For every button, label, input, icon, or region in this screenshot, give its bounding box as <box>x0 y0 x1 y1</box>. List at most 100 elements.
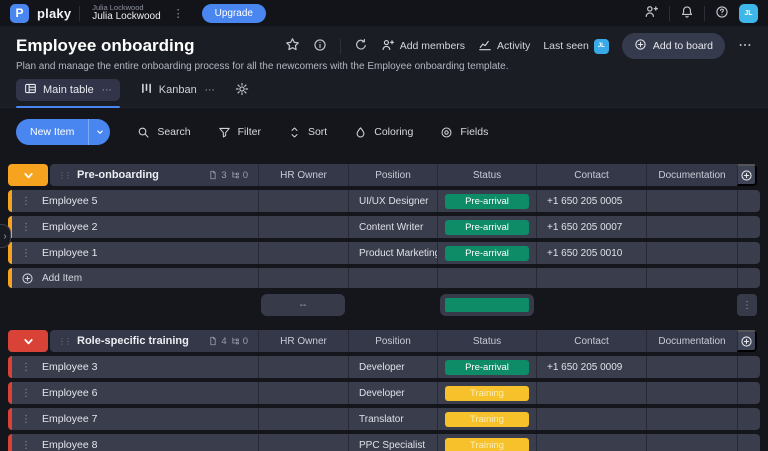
cell-status[interactable]: Pre-arrival <box>437 190 536 212</box>
favorite-button[interactable] <box>285 37 300 55</box>
activity-button[interactable]: Activity <box>478 38 530 55</box>
cell-hr-owner[interactable] <box>258 356 348 378</box>
cell-contact[interactable]: +1 650 205 0010 <box>536 242 646 264</box>
status-badge[interactable]: Pre-arrival <box>445 246 529 261</box>
cell-position[interactable]: Developer <box>348 356 437 378</box>
item-name-cell[interactable]: ⋮Employee 5 <box>12 190 258 212</box>
cell-hr-owner[interactable] <box>258 216 348 238</box>
new-item-dropdown-button[interactable] <box>88 119 110 145</box>
status-badge[interactable]: Pre-arrival <box>445 194 529 209</box>
cell-status[interactable]: Pre-arrival <box>437 242 536 264</box>
row-menu-icon[interactable]: ⋮ <box>21 196 31 207</box>
cell-contact[interactable] <box>536 434 646 451</box>
cell-documentation[interactable] <box>646 408 737 430</box>
cell-position[interactable]: PPC Specialist <box>348 434 437 451</box>
cell-documentation[interactable] <box>646 434 737 451</box>
cell-hr-owner[interactable] <box>258 242 348 264</box>
help-button[interactable] <box>715 5 729 22</box>
tab-kanban[interactable]: Kanban ⋯ <box>132 79 223 101</box>
item-name-cell[interactable]: ⋮Employee 2 <box>12 216 258 238</box>
cell-hr-owner[interactable] <box>258 408 348 430</box>
summary-menu-button[interactable]: ⋮ <box>737 294 757 316</box>
column-header-status[interactable]: Status <box>437 164 536 186</box>
add-column-button[interactable] <box>737 164 757 186</box>
status-badge[interactable]: Training <box>445 412 529 427</box>
column-header-hr-owner[interactable]: HR Owner <box>258 330 348 352</box>
status-badge[interactable]: Pre-arrival <box>445 220 529 235</box>
cell-position[interactable]: Developer <box>348 382 437 404</box>
cell-contact[interactable]: +1 650 205 0005 <box>536 190 646 212</box>
status-badge[interactable]: Pre-arrival <box>445 360 529 375</box>
add-item-row[interactable]: Add Item <box>8 268 760 288</box>
add-to-board-button[interactable]: Add to board <box>622 33 725 59</box>
drag-handle-icon[interactable]: ⋮⋮ <box>58 171 70 180</box>
cell-hr-owner[interactable] <box>258 382 348 404</box>
cell-status[interactable]: Pre-arrival <box>437 216 536 238</box>
status-badge[interactable]: Training <box>445 386 529 401</box>
summary-hr-owner-pill[interactable]: -- <box>261 294 345 316</box>
views-settings-button[interactable] <box>235 82 249 99</box>
new-item-button[interactable]: New Item <box>16 119 88 145</box>
cell-position[interactable]: Translator <box>348 408 437 430</box>
last-seen-indicator[interactable]: Last seen JL <box>543 39 609 54</box>
cell-contact[interactable]: +1 650 205 0009 <box>536 356 646 378</box>
board-info-button[interactable] <box>313 38 327 55</box>
collapse-group-button[interactable] <box>8 164 48 186</box>
toolbar-sort-button[interactable]: Sort <box>288 126 327 139</box>
invite-user-button[interactable] <box>644 4 659 22</box>
user-avatar[interactable]: JL <box>739 4 758 23</box>
group-title[interactable]: Role-specific training <box>77 335 189 347</box>
toolbar-search-button[interactable]: Search <box>137 126 190 139</box>
column-header-hr-owner[interactable]: HR Owner <box>258 164 348 186</box>
add-column-button[interactable] <box>737 330 757 352</box>
tab-options-icon[interactable]: ⋯ <box>205 85 215 96</box>
cell-status[interactable]: Training <box>437 382 536 404</box>
column-header-contact[interactable]: Contact <box>536 330 646 352</box>
cell-position[interactable]: Content Writer <box>348 216 437 238</box>
add-item-cell[interactable]: Add Item <box>12 268 258 288</box>
cell-hr-owner[interactable] <box>258 434 348 451</box>
item-name-cell[interactable]: ⋮Employee 3 <box>12 356 258 378</box>
plaky-logo-icon[interactable]: P <box>10 4 29 23</box>
workspace-menu-button[interactable]: ⋮ <box>169 7 188 20</box>
row-menu-icon[interactable]: ⋮ <box>21 440 31 451</box>
cell-contact[interactable]: +1 650 205 0007 <box>536 216 646 238</box>
cell-status[interactable]: Pre-arrival <box>437 356 536 378</box>
column-header-position[interactable]: Position <box>348 330 437 352</box>
collapse-group-button[interactable] <box>8 330 48 352</box>
cell-position[interactable]: UI/UX Designer <box>348 190 437 212</box>
cell-documentation[interactable] <box>646 216 737 238</box>
board-more-button[interactable] <box>738 38 752 55</box>
summary-status-pill[interactable] <box>440 294 534 316</box>
toolbar-coloring-button[interactable]: Coloring <box>354 126 413 139</box>
cell-position[interactable]: Product Marketing <box>348 242 437 264</box>
item-name-cell[interactable]: ⋮Employee 6 <box>12 382 258 404</box>
cell-status[interactable]: Training <box>437 408 536 430</box>
status-badge[interactable]: Training <box>445 438 529 451</box>
drag-handle-icon[interactable]: ⋮⋮ <box>58 337 70 346</box>
cell-documentation[interactable] <box>646 356 737 378</box>
cell-status[interactable]: Training <box>437 434 536 451</box>
add-members-button[interactable]: Add members <box>381 38 465 55</box>
row-menu-icon[interactable]: ⋮ <box>21 222 31 233</box>
column-header-status[interactable]: Status <box>437 330 536 352</box>
notifications-button[interactable] <box>680 5 694 22</box>
row-menu-icon[interactable]: ⋮ <box>21 248 31 259</box>
cell-hr-owner[interactable] <box>258 190 348 212</box>
item-name-cell[interactable]: ⋮Employee 8 <box>12 434 258 451</box>
cell-contact[interactable] <box>536 408 646 430</box>
cell-documentation[interactable] <box>646 382 737 404</box>
sync-button[interactable] <box>354 38 368 55</box>
column-header-documentation[interactable]: Documentation <box>646 330 737 352</box>
row-menu-icon[interactable]: ⋮ <box>21 414 31 425</box>
tab-main-table[interactable]: Main table ⋯ <box>16 79 120 101</box>
column-header-position[interactable]: Position <box>348 164 437 186</box>
cell-contact[interactable] <box>536 382 646 404</box>
row-menu-icon[interactable]: ⋮ <box>21 388 31 399</box>
item-name-cell[interactable]: ⋮Employee 1 <box>12 242 258 264</box>
group-title[interactable]: Pre-onboarding <box>77 169 159 181</box>
upgrade-button[interactable]: Upgrade <box>202 4 266 23</box>
tab-options-icon[interactable]: ⋯ <box>102 85 112 96</box>
toolbar-fields-button[interactable]: Fields <box>440 126 488 139</box>
item-name-cell[interactable]: ⋮Employee 7 <box>12 408 258 430</box>
